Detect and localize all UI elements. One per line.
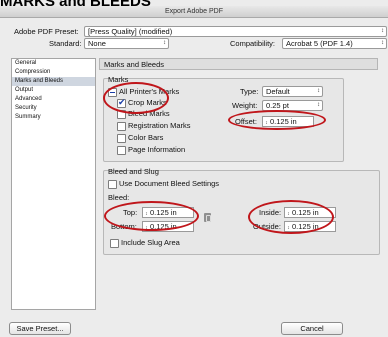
- all-printers-marks-checkbox[interactable]: [108, 88, 117, 97]
- compatibility-select[interactable]: Acrobat 5 (PDF 1.4) ↕: [282, 38, 387, 49]
- sidebar-item-general[interactable]: General: [12, 59, 95, 68]
- cancel-button[interactable]: Cancel: [281, 322, 343, 335]
- preset-value: [Press Quality] (modified): [88, 27, 173, 36]
- window-titlebar: Export Adobe PDF: [0, 6, 388, 18]
- page-information-label: Page Information: [128, 145, 186, 154]
- updown-arrow-icon: ↕: [381, 40, 384, 46]
- crop-marks-checkbox[interactable]: [117, 97, 126, 108]
- outside-value: 0.125 in: [292, 222, 319, 231]
- updown-arrow-icon: ↕: [381, 28, 384, 34]
- stepper-icon[interactable]: ↕: [263, 119, 270, 126]
- bleed-marks-checkbox[interactable]: [117, 110, 126, 119]
- stepper-icon[interactable]: ↕: [143, 210, 150, 217]
- preset-select[interactable]: [Press Quality] (modified) ↕: [84, 26, 387, 37]
- compatibility-value: Acrobat 5 (PDF 1.4): [286, 39, 353, 48]
- updown-arrow-icon: ↕: [317, 88, 320, 94]
- save-preset-button[interactable]: Save Preset...: [9, 322, 71, 335]
- bleed-slug-title: Bleed and Slug: [108, 167, 159, 176]
- color-bars-label: Color Bars: [128, 133, 164, 142]
- crop-marks-label: Crop Marks: [128, 98, 167, 107]
- compatibility-label: Compatibility:: [230, 39, 276, 48]
- outside-spinner[interactable]: ↕ 0.125 in: [284, 221, 336, 232]
- marks-title: Marks: [108, 75, 129, 84]
- registration-marks-checkbox[interactable]: [117, 122, 126, 131]
- outside-label: Outside:: [253, 222, 281, 231]
- type-label: Type:: [240, 87, 259, 96]
- standard-select[interactable]: None ↕: [84, 38, 169, 49]
- use-document-bleed-label: Use Document Bleed Settings: [119, 179, 220, 188]
- preset-label: Adobe PDF Preset:: [14, 27, 79, 36]
- sidebar-item-compression[interactable]: Compression: [12, 68, 95, 77]
- bleed-marks-label: Bleed Marks: [128, 109, 170, 118]
- weight-label: Weight:: [232, 101, 258, 110]
- inside-spinner[interactable]: ↕ 0.125 in: [284, 207, 336, 218]
- stepper-icon[interactable]: ↕: [285, 224, 292, 231]
- offset-value: 0.125 in: [270, 117, 297, 126]
- color-bars-checkbox[interactable]: [117, 134, 126, 143]
- stepper-icon[interactable]: ↕: [285, 210, 292, 217]
- weight-select[interactable]: 0.25 pt ↕: [262, 100, 323, 111]
- top-spinner[interactable]: ↕ 0.125 in: [142, 207, 194, 218]
- offset-label: Offset:: [235, 117, 257, 126]
- standard-value: None: [88, 39, 106, 48]
- offset-spinner[interactable]: ↕ 0.125 in: [262, 116, 314, 127]
- page-information-checkbox[interactable]: [117, 146, 126, 155]
- registration-marks-label: Registration Marks: [128, 121, 191, 130]
- inside-value: 0.125 in: [292, 208, 319, 217]
- weight-value: 0.25 pt: [266, 101, 289, 110]
- bottom-value: 0.125 in: [150, 222, 177, 231]
- sidebar-item-marks-and-bleeds[interactable]: Marks and Bleeds: [12, 77, 95, 86]
- panel-title: Marks and Bleeds: [99, 58, 378, 70]
- sidebar-item-output[interactable]: Output: [12, 86, 95, 95]
- top-label: Top:: [123, 208, 138, 217]
- sidebar-item-summary[interactable]: Summary: [12, 113, 95, 122]
- type-select[interactable]: Default ↕: [262, 86, 323, 97]
- updown-arrow-icon: ↕: [163, 40, 166, 46]
- standard-label: Standard:: [49, 39, 82, 48]
- bleed-label: Bleed:: [108, 193, 130, 202]
- sidebar-item-security[interactable]: Security: [12, 104, 95, 113]
- use-document-bleed-checkbox[interactable]: [108, 180, 117, 189]
- top-value: 0.125 in: [150, 208, 177, 217]
- updown-arrow-icon: ↕: [317, 102, 320, 108]
- sidebar-item-advanced[interactable]: Advanced: [12, 95, 95, 104]
- bottom-spinner[interactable]: ↕ 0.125 in: [142, 221, 194, 232]
- type-value: Default: [266, 87, 290, 96]
- window-title: Export Adobe PDF: [165, 8, 223, 15]
- chain-link-icon[interactable]: [204, 213, 211, 222]
- inside-label: Inside:: [259, 208, 282, 217]
- bottom-label: Bottom:: [111, 222, 137, 231]
- all-printers-marks-label: All Printer's Marks: [119, 87, 180, 96]
- include-slug-label: Include Slug Area: [121, 238, 180, 247]
- sidebar: General Compression Marks and Bleeds Out…: [11, 58, 96, 310]
- stepper-icon[interactable]: ↕: [143, 224, 150, 231]
- include-slug-checkbox[interactable]: [110, 239, 119, 248]
